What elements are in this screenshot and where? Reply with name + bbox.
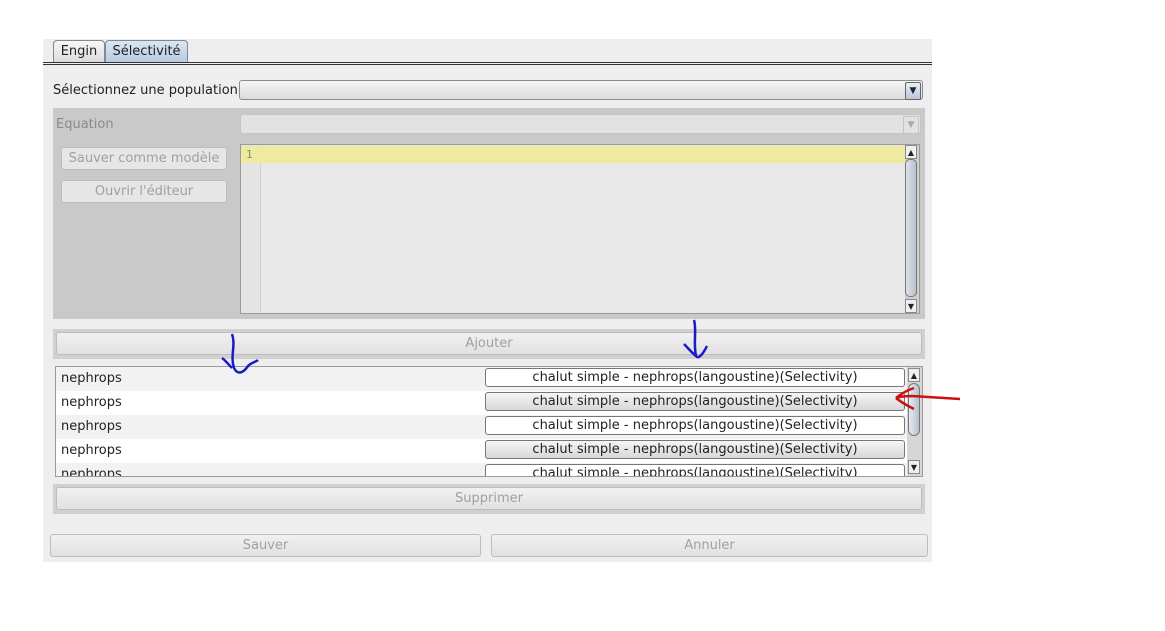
blue-arrow-left — [221, 333, 259, 374]
red-arrow — [895, 386, 961, 411]
blue-arrow-right — [683, 319, 709, 359]
annotation-overlay — [221, 319, 961, 411]
